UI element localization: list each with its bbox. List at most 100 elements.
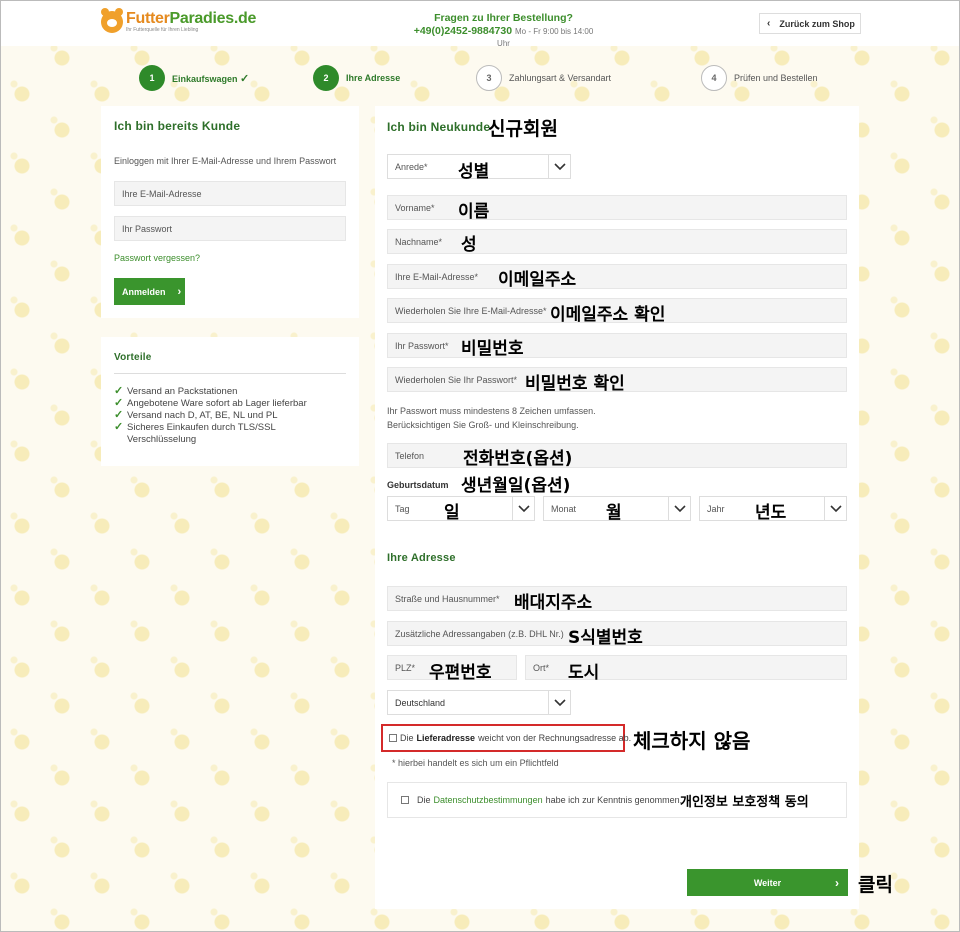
annotation-address: 배대지주소 bbox=[514, 593, 593, 613]
logo-name: FutterParadies.de bbox=[126, 10, 257, 27]
annotation-email: 이메일주소 bbox=[498, 270, 577, 290]
country-value: Deutschland bbox=[395, 697, 446, 708]
step-label: Prüfen und Bestellen bbox=[734, 73, 818, 83]
order-contact: Fragen zu Ihrer Bestellung? +49(0)2452-9… bbox=[411, 12, 596, 49]
check-icon: ✓ bbox=[114, 408, 124, 421]
annotation-last-name: 성 bbox=[461, 235, 477, 255]
login-password-input[interactable]: Ihr Passwort bbox=[114, 216, 346, 241]
step-number: 2 bbox=[313, 65, 339, 91]
annotation-zip: 우편번호 bbox=[429, 663, 492, 683]
street-input[interactable]: Straße und Hausnummer* bbox=[387, 586, 847, 611]
firstname-input[interactable]: Vorname* bbox=[387, 195, 847, 220]
step-cart[interactable]: 1 Einkaufswagen ✓ bbox=[139, 65, 249, 91]
login-button-label: Anmelden bbox=[122, 286, 166, 297]
step-number: 1 bbox=[139, 65, 165, 91]
benefits-divider bbox=[114, 373, 346, 374]
annotation-password: 비밀번호 bbox=[461, 339, 524, 359]
benefits-card: Vorteile ✓ Versand an Packstationen ✓ Ange… bbox=[101, 337, 359, 466]
salutation-value: Anrede* bbox=[395, 161, 428, 172]
country-select[interactable]: Deutschland bbox=[387, 690, 571, 715]
step-review: 4 Prüfen und Bestellen bbox=[701, 65, 818, 91]
password-hint-1: Ihr Passwort muss mindestens 8 Zeichen u… bbox=[387, 406, 596, 416]
annotation-year: 년도 bbox=[755, 503, 787, 523]
day-value: Tag bbox=[395, 503, 410, 514]
chevron-right-icon: › bbox=[177, 285, 182, 298]
delivery-address-checkbox[interactable] bbox=[389, 734, 397, 742]
annotation-new-member: 신규회원 bbox=[488, 118, 558, 140]
annotation-birthday: 생년월일(옵션) bbox=[461, 476, 571, 496]
delivery-suffix: weicht von der Rechnungsadresse ab. bbox=[478, 733, 632, 743]
logo-slogan: Ihr Futterquelle für Ihren Liebling bbox=[126, 27, 199, 33]
list-item: ✓ Sicheres Einkaufen durch TLS/SSL Versch… bbox=[114, 420, 276, 445]
annotation-city: 도시 bbox=[568, 663, 600, 683]
required-note: * hierbei handelt es sich um ein Pflicht… bbox=[392, 758, 559, 768]
birthday-label: Geburtsdatum bbox=[387, 480, 449, 490]
chevron-down-icon bbox=[824, 496, 846, 521]
step-label: Einkaufswagen ✓ bbox=[172, 72, 250, 85]
benefits-title: Vorteile bbox=[114, 352, 152, 363]
annotation-gender: 성별 bbox=[458, 162, 490, 182]
chevron-right-icon: › bbox=[835, 875, 839, 890]
list-item: ✓ Versand nach D, AT, BE, NL und PL bbox=[114, 408, 278, 421]
chevron-left-icon: ‹ bbox=[767, 18, 771, 29]
login-button[interactable]: Anmelden › bbox=[114, 278, 185, 305]
forgot-password-link[interactable]: Passwort vergessen? bbox=[114, 253, 200, 263]
password-input[interactable]: Ihr Passwort* bbox=[387, 333, 847, 358]
annotation-month: 월 bbox=[606, 503, 622, 523]
list-item: ✓ Angebotene Ware sofort ab Lager lieferb… bbox=[114, 396, 307, 409]
login-card: Ich bin bereits Kunde Einloggen mit Ihre… bbox=[101, 106, 359, 318]
step-payment: 3 Zahlungsart & Versandart bbox=[476, 65, 611, 91]
annotation-do-not-check: 체크하지 않음 bbox=[633, 729, 751, 753]
contact-phone[interactable]: +49(0)2452-9884730 bbox=[414, 25, 512, 37]
step-address[interactable]: 2 Ihre Adresse bbox=[313, 65, 400, 91]
privacy-prefix: Die bbox=[417, 795, 431, 805]
annotation-privacy-agree: 개인정보 보호정책 동의 bbox=[680, 795, 809, 810]
chevron-down-icon bbox=[668, 496, 690, 521]
login-email-input[interactable]: Ihre E-Mail-Adresse bbox=[114, 181, 346, 206]
annotation-first-name: 이름 bbox=[458, 202, 490, 222]
continue-button[interactable]: Weiter › bbox=[687, 869, 848, 896]
address-title: Ihre Adresse bbox=[387, 552, 456, 564]
login-intro: Einloggen mit Ihrer E-Mail-Adresse und I… bbox=[114, 156, 337, 166]
delivery-bold: Lieferadresse bbox=[416, 733, 476, 743]
back-to-shop-button[interactable]: ‹ Zurück zum Shop bbox=[759, 13, 861, 34]
privacy-consent[interactable]: Die Datenschutzbestimmungen habe ich zur… bbox=[401, 795, 682, 805]
privacy-suffix: habe ich zur Kenntnis genommen. bbox=[545, 795, 683, 805]
annotation-identifier: S식별번호 bbox=[568, 628, 643, 648]
register-title: Ich bin Neukunde bbox=[387, 120, 491, 134]
password-hint: Ihr Passwort muss mindestens 8 Zeichen u… bbox=[387, 404, 596, 433]
lastname-input[interactable]: Nachname* bbox=[387, 229, 847, 254]
hamster-logo-icon bbox=[101, 8, 123, 33]
benefits-list: ✓ Versand an Packstationen ✓ Angebotene Wa… bbox=[114, 386, 346, 445]
contact-hours: Mo - Fr 9:00 bis 14:00 Uhr bbox=[497, 27, 594, 48]
contact-phone-line: +49(0)2452-9884730 Mo - Fr 9:00 bis 14:0… bbox=[411, 25, 596, 49]
month-value: Monat bbox=[551, 503, 577, 514]
chevron-down-icon bbox=[548, 690, 570, 715]
check-icon: ✓ bbox=[240, 72, 250, 85]
chevron-down-icon bbox=[548, 154, 570, 179]
check-icon: ✓ bbox=[114, 420, 124, 433]
check-icon: ✓ bbox=[114, 396, 124, 409]
annotation-email-confirm: 이메일주소 확인 bbox=[550, 305, 666, 325]
continue-button-label: Weiter bbox=[753, 877, 782, 888]
delivery-address-toggle[interactable]: Die Lieferadresse weicht von der Rechnun… bbox=[389, 733, 631, 743]
step-label: Zahlungsart & Versandart bbox=[509, 73, 612, 83]
login-title: Ich bin bereits Kunde bbox=[114, 119, 241, 133]
step-number: 4 bbox=[701, 65, 727, 91]
annotation-day: 일 bbox=[444, 503, 460, 523]
phone-input[interactable]: Telefon bbox=[387, 443, 847, 468]
top-bar: FutterParadies.de Ihr Futterquelle für I… bbox=[1, 1, 959, 49]
step-label: Ihre Adresse bbox=[346, 73, 401, 83]
site-logo[interactable]: FutterParadies.de Ihr Futterquelle für I… bbox=[101, 8, 257, 35]
birthday-day-select[interactable]: Tag bbox=[387, 496, 535, 521]
back-to-shop-label: Zurück zum Shop bbox=[779, 18, 855, 29]
step-number: 3 bbox=[476, 65, 502, 91]
email-input[interactable]: Ihre E-Mail-Adresse* bbox=[387, 264, 847, 289]
chevron-down-icon bbox=[512, 496, 534, 521]
privacy-link[interactable]: Datenschutzbestimmungen bbox=[434, 795, 543, 805]
privacy-checkbox[interactable] bbox=[401, 796, 409, 804]
annotation-click: 클릭 bbox=[858, 874, 893, 896]
list-item: ✓ Versand an Packstationen bbox=[114, 385, 238, 397]
contact-question: Fragen zu Ihrer Bestellung? bbox=[434, 12, 573, 24]
annotation-password-confirm: 비밀번호 확인 bbox=[525, 374, 625, 394]
